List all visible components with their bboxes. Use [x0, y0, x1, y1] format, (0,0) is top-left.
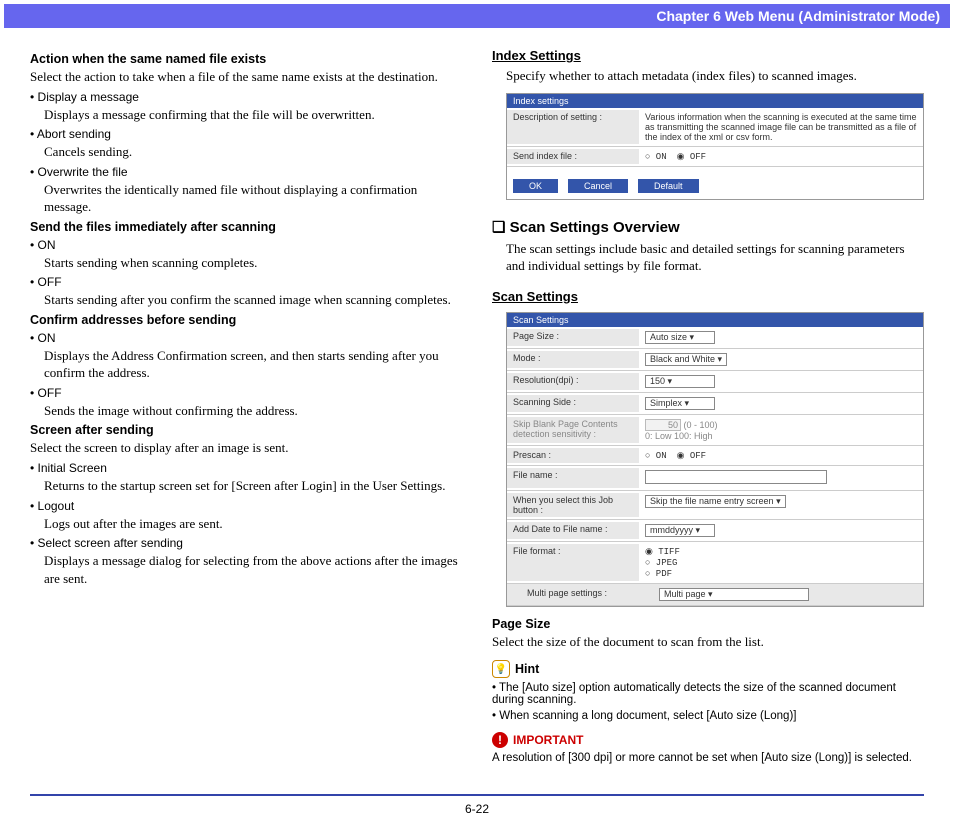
ss1-desc-val: Various information when the scanning is… — [639, 110, 923, 144]
index-settings-heading: Index Settings — [492, 48, 924, 63]
ss1-desc-label: Description of setting : — [507, 110, 639, 144]
ss2-mp-label: Multi page settings : — [507, 586, 653, 603]
important-text: A resolution of [300 dpi] or more cannot… — [492, 752, 924, 764]
bullet-display-message-desc: Displays a message confirming that the f… — [44, 106, 462, 124]
ss2-jobsel-label: When you select this Job button : — [507, 493, 639, 517]
send-on: • ON — [30, 238, 462, 252]
important-icon: ! — [492, 732, 508, 748]
screen-heading: Screen after sending — [30, 423, 462, 437]
ss2-header: Scan Settings — [507, 313, 923, 327]
send-off: • OFF — [30, 275, 462, 289]
ss2-skip-val: 50 (0 - 100) 0: Low 100: High — [639, 417, 923, 443]
ss2-pagesize-label: Page Size : — [507, 329, 639, 346]
ss1-header: Index settings — [507, 94, 923, 108]
screen-logout: • Logout — [30, 499, 462, 513]
scan-overview-heading: ❏ Scan Settings Overview — [492, 218, 924, 236]
bullet-overwrite-desc: Overwrites the identically named file wi… — [44, 181, 462, 216]
screen-initial-desc: Returns to the startup screen set for [S… — [44, 477, 462, 495]
important-row: ! IMPORTANT — [492, 732, 924, 748]
index-settings-desc: Specify whether to attach metadata (inde… — [506, 67, 924, 85]
ss2-fmt-jpeg[interactable]: ○ JPEG — [645, 558, 677, 568]
screen-select: • Select screen after sending — [30, 536, 462, 550]
ss2-jobsel-select[interactable]: Skip the file name entry screen — [645, 495, 786, 508]
ss2-skip-scale: 0: Low 100: High — [645, 431, 713, 441]
bullet-overwrite: • Overwrite the file — [30, 165, 462, 179]
ss2-fname-label: File name : — [507, 468, 639, 488]
ss2-side-label: Scanning Side : — [507, 395, 639, 412]
ss2-fmt-tiff[interactable]: ◉ TIFF — [645, 547, 680, 557]
ss2-mp-select[interactable]: Multi page — [659, 588, 809, 601]
send-on-desc: Starts sending when scanning completes. — [44, 254, 462, 272]
left-column: Action when the same named file exists S… — [30, 48, 462, 764]
screen-initial: • Initial Screen — [30, 461, 462, 475]
send-off-desc: Starts sending after you confirm the sca… — [44, 291, 462, 309]
screen-logout-desc: Logs out after the images are sent. — [44, 515, 462, 533]
page-footer: 6-22 — [30, 794, 924, 816]
action-heading: Action when the same named file exists — [30, 52, 462, 66]
ss2-adddate-select[interactable]: mmddyyyy — [645, 524, 715, 537]
index-settings-screenshot: Index settings Description of setting : … — [506, 93, 924, 200]
page-content: Action when the same named file exists S… — [0, 48, 954, 764]
pagesize-heading: Page Size — [492, 617, 924, 631]
important-label: IMPORTANT — [513, 733, 583, 747]
chapter-header: Chapter 6 Web Menu (Administrator Mode) — [4, 4, 950, 28]
hint-label: Hint — [515, 662, 539, 676]
ss1-ok-button[interactable]: OK — [513, 179, 558, 193]
ss2-prescan-on[interactable]: ○ ON — [645, 451, 667, 461]
send-heading: Send the files immediately after scannin… — [30, 220, 462, 234]
ss2-adddate-label: Add Date to File name : — [507, 522, 639, 539]
ss1-on-radio[interactable]: ○ ON — [645, 152, 667, 162]
bullet-abort: • Abort sending — [30, 127, 462, 141]
confirm-off: • OFF — [30, 386, 462, 400]
ss2-mode-select[interactable]: Black and White — [645, 353, 727, 366]
hint-bullet1: • The [Auto size] option automatically d… — [492, 682, 924, 706]
confirm-on: • ON — [30, 331, 462, 345]
ss2-res-select[interactable]: 150 — [645, 375, 715, 388]
ss2-fname-input[interactable] — [645, 470, 827, 484]
ss2-res-label: Resolution(dpi) : — [507, 373, 639, 390]
scan-settings-screenshot: Scan Settings Page Size : Auto size Mode… — [506, 312, 924, 607]
ss1-sendindex-val: ○ ON ◉ OFF — [639, 149, 923, 164]
confirm-off-desc: Sends the image without confirming the a… — [44, 402, 462, 420]
ss2-prescan-off[interactable]: ◉ OFF — [677, 451, 706, 461]
hint-bullet2: • When scanning a long document, select … — [492, 710, 924, 722]
confirm-heading: Confirm addresses before sending — [30, 313, 462, 327]
ss2-skip-label: Skip Blank Page Contents detection sensi… — [507, 417, 639, 443]
screen-select-desc: Displays a message dialog for selecting … — [44, 552, 462, 587]
bullet-display-message: • Display a message — [30, 90, 462, 104]
confirm-on-desc: Displays the Address Confirmation screen… — [44, 347, 462, 382]
ss1-sendindex-label: Send index file : — [507, 149, 639, 164]
action-desc: Select the action to take when a file of… — [30, 68, 462, 86]
ss1-off-radio[interactable]: ◉ OFF — [677, 152, 706, 162]
ss2-mode-label: Mode : — [507, 351, 639, 368]
ss2-fmt-label: File format : — [507, 544, 639, 581]
ss1-default-button[interactable]: Default — [638, 179, 699, 193]
hint-icon: 💡 — [492, 660, 510, 678]
ss2-skip-range: (0 - 100) — [684, 420, 718, 430]
ss2-pagesize-select[interactable]: Auto size — [645, 331, 715, 344]
scan-settings-heading: Scan Settings — [492, 289, 924, 304]
scan-overview-desc: The scan settings include basic and deta… — [506, 240, 924, 275]
right-column: Index Settings Specify whether to attach… — [492, 48, 924, 764]
hint-row: 💡 Hint — [492, 660, 924, 678]
screen-desc: Select the screen to display after an im… — [30, 439, 462, 457]
ss2-prescan-label: Prescan : — [507, 448, 639, 463]
ss2-fmt-pdf[interactable]: ○ PDF — [645, 569, 672, 579]
ss2-skip-input[interactable]: 50 — [645, 419, 681, 431]
ss2-side-select[interactable]: Simplex — [645, 397, 715, 410]
pagesize-desc: Select the size of the document to scan … — [492, 633, 924, 651]
bullet-abort-desc: Cancels sending. — [44, 143, 462, 161]
ss1-cancel-button[interactable]: Cancel — [568, 179, 628, 193]
